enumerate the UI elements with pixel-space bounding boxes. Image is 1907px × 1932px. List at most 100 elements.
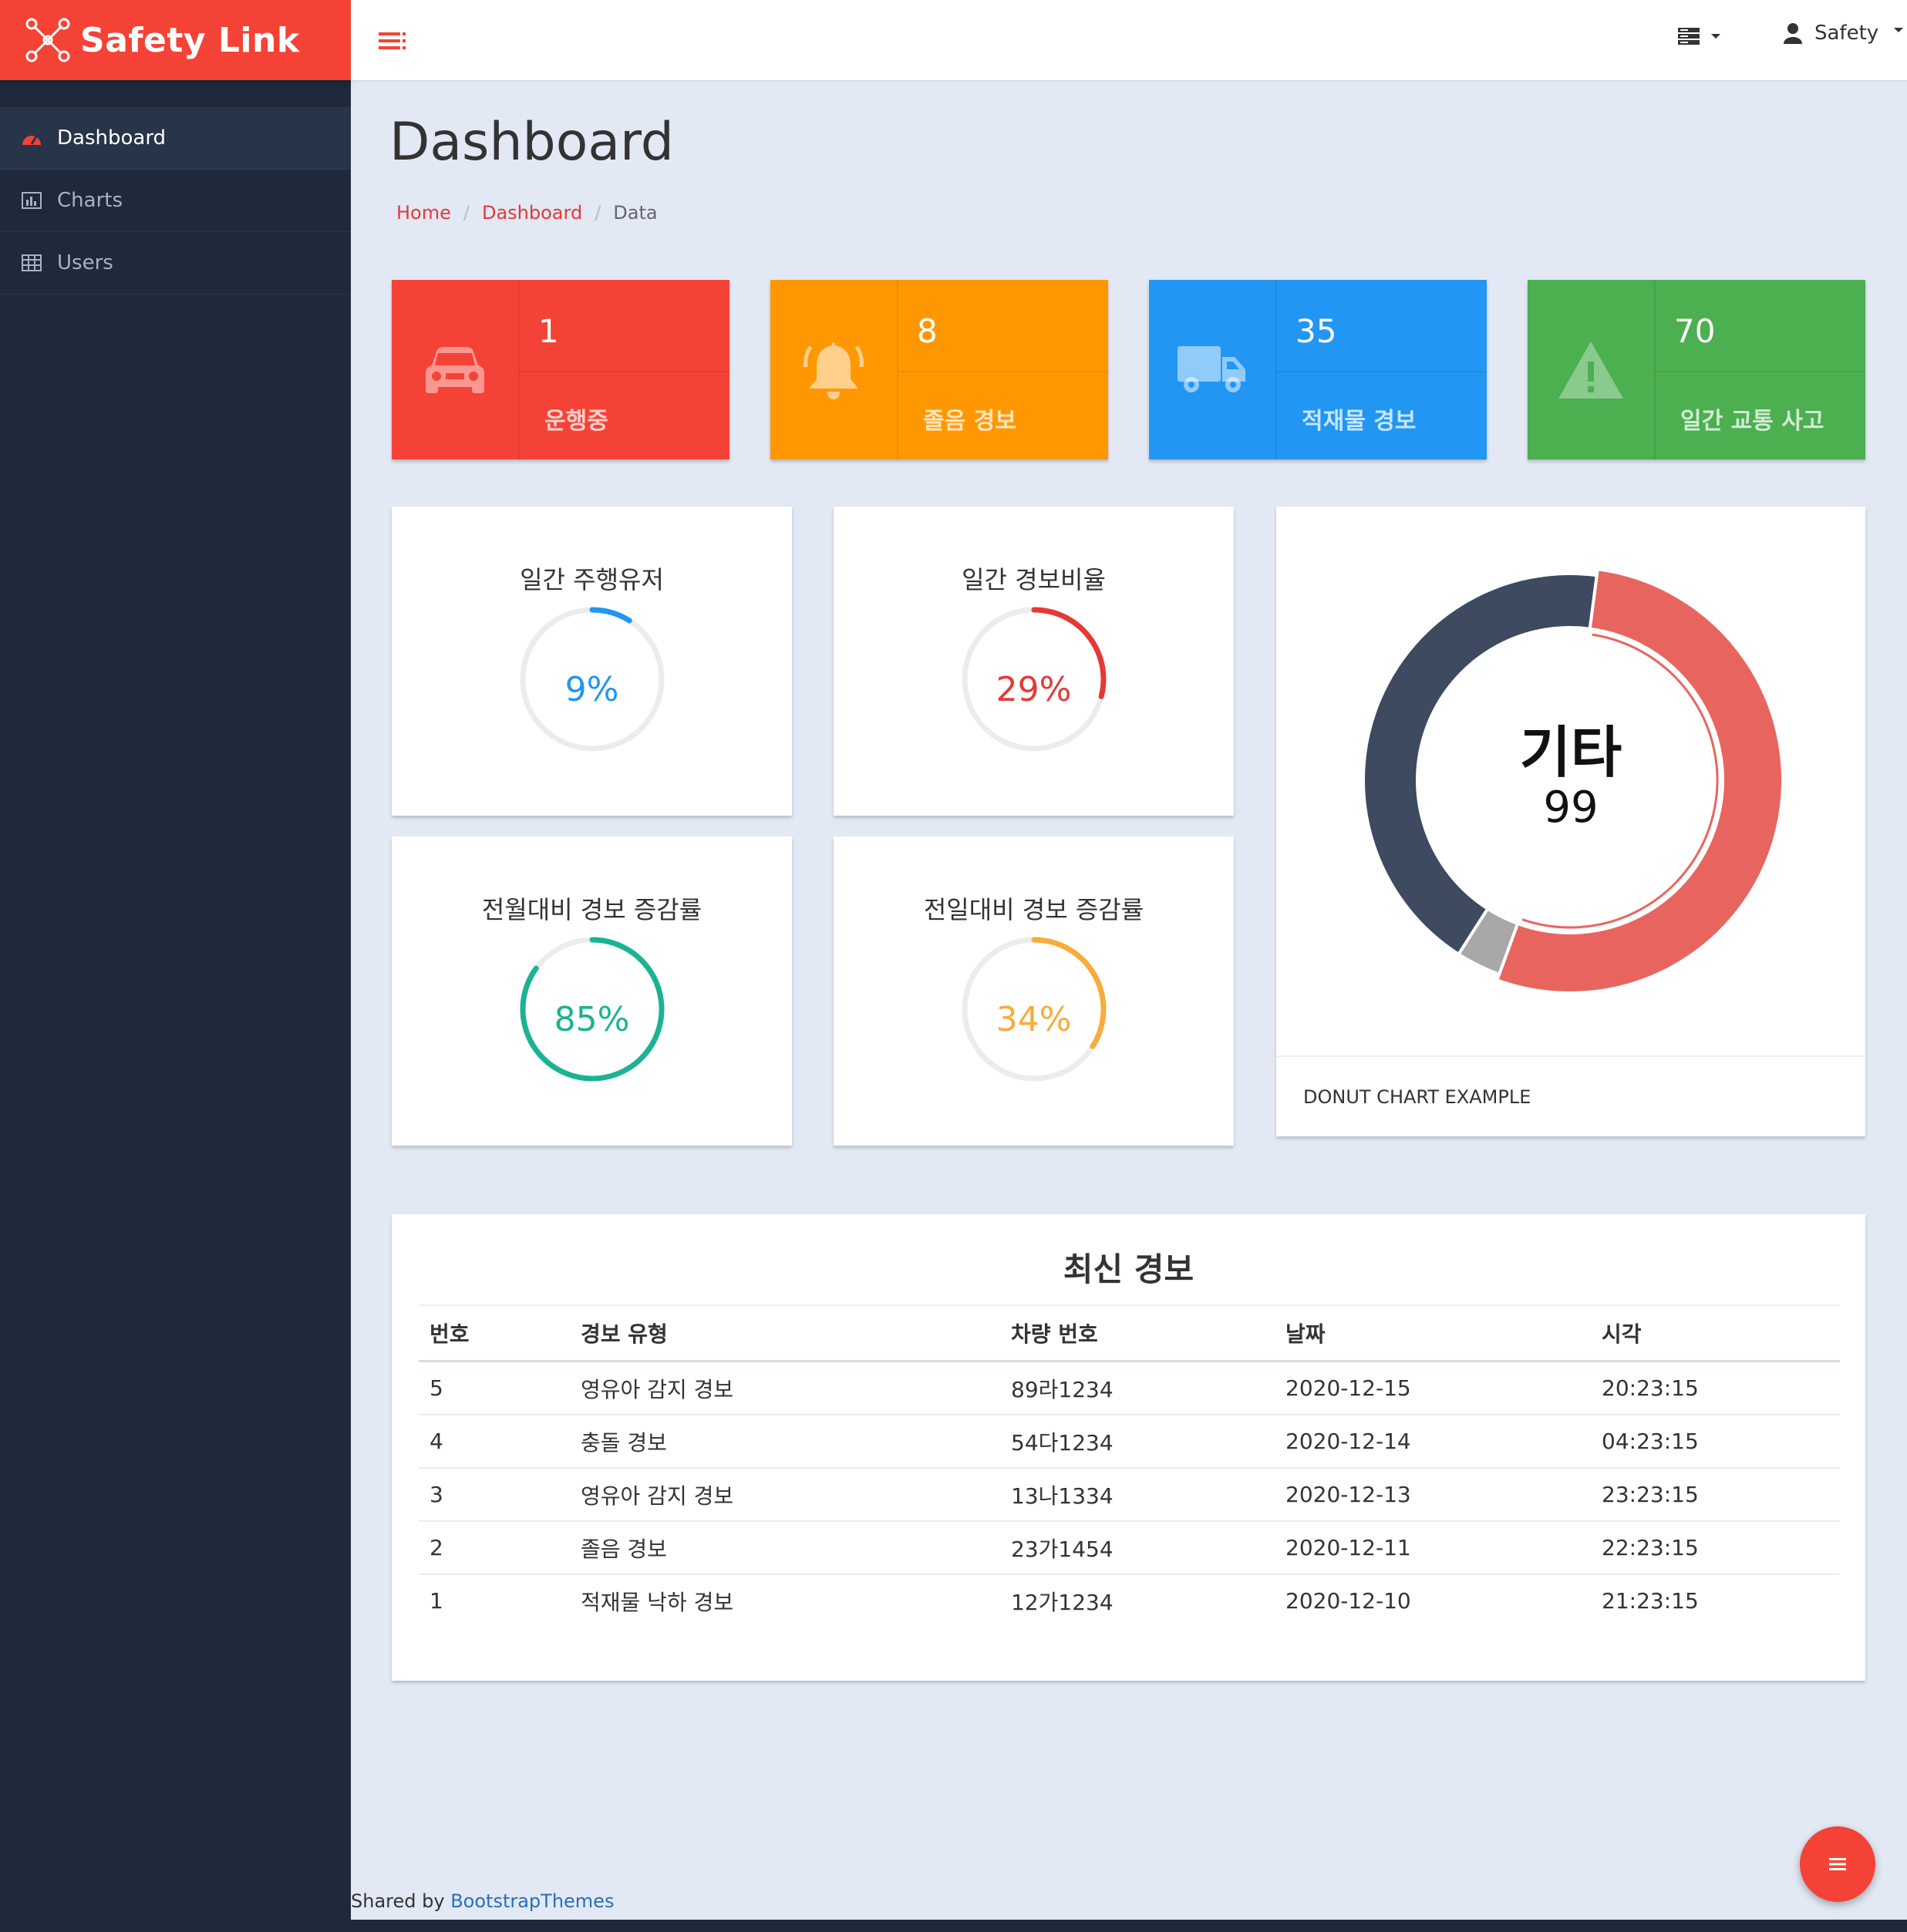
table-cell: 13나1334 — [1000, 1468, 1275, 1522]
breadcrumb-home[interactable]: Home — [396, 202, 451, 224]
menu-toggle-icon[interactable] — [379, 31, 406, 51]
gauge-progress-arc — [589, 607, 632, 624]
donut-chart-card: 기타 99 DONUT CHART EXAMPLE — [1276, 507, 1865, 1136]
gauge-title: 전일대비 경보 증감률 — [923, 895, 1144, 924]
table-cell: 2020-12-13 — [1275, 1468, 1591, 1522]
donut-center-value: 99 — [1543, 783, 1599, 833]
breadcrumb-separator: / — [463, 202, 470, 224]
latest-alerts-card: 최신 경보 번호 경보 유형 차량 번호 날짜 시각 5 영유아 감지 경보 89라… — [392, 1214, 1865, 1681]
gauge-card-daily-users: 일간 주행유저 9% — [392, 507, 792, 816]
table-title: 최신 경보 — [1063, 1250, 1194, 1288]
breadcrumb: Home / Dashboard / Data — [396, 202, 658, 224]
gauge-card-monthly-change: 전월대비 경보 증감률 85% — [392, 836, 792, 1146]
table-cell: 영유아 감지 경보 — [570, 1468, 1000, 1522]
table-cell: 2020-12-11 — [1275, 1521, 1591, 1575]
caret-down-icon — [1711, 34, 1720, 39]
stat-value: 70 — [1674, 312, 1716, 350]
stat-icon-area — [1528, 280, 1656, 459]
sidebar: Safety Link Dashboard Charts Users — [0, 0, 351, 1932]
table-header-row: 번호 경보 유형 차량 번호 날짜 시각 — [419, 1304, 1840, 1362]
stat-card-drowsy-alert[interactable]: 8 졸음 경보 — [770, 280, 1108, 459]
car-icon — [426, 346, 484, 393]
footer-prefix: Shared by — [351, 1890, 445, 1912]
column-header: 번호 — [419, 1304, 570, 1362]
sidebar-item-label: Users — [57, 251, 113, 274]
gauge-percent: 29% — [996, 670, 1072, 709]
stat-icon-area — [392, 280, 520, 459]
table-cell: 2020-12-14 — [1275, 1415, 1591, 1469]
stat-divider — [898, 371, 1108, 372]
table-cell: 89라1234 — [1000, 1361, 1275, 1415]
stat-card-traffic-accidents[interactable]: 70 일간 교통 사고 — [1528, 280, 1865, 459]
table-cell: 2 — [419, 1521, 570, 1575]
gauge-title: 일간 주행유저 — [520, 565, 664, 594]
user-dropdown[interactable]: Safety — [1784, 22, 1905, 45]
gauge-card-daily-alert-ratio: 일간 경보비율 29% — [834, 507, 1234, 816]
stat-divider — [1655, 371, 1865, 372]
gauge-percent: 9% — [564, 670, 619, 709]
table-row: 3 영유아 감지 경보 13나1334 2020-12-13 23:23:15 — [419, 1468, 1840, 1522]
warning-icon — [1558, 341, 1623, 399]
table-cell: 12가1234 — [1011, 1589, 1114, 1615]
stat-card-cargo-alert[interactable]: 35 적재물 경보 — [1149, 280, 1487, 459]
gauge-percent: 85% — [554, 1000, 630, 1039]
menu-icon — [1829, 1858, 1846, 1870]
table-row: 5 영유아 감지 경보 89라1234 2020-12-15 20:23:15 — [419, 1361, 1840, 1415]
server-dropdown[interactable] — [1677, 27, 1722, 45]
table-cell: 3 — [419, 1468, 570, 1522]
bottom-strip — [351, 1920, 1907, 1932]
breadcrumb-separator: / — [595, 202, 601, 224]
column-header: 경보 유형 — [570, 1304, 1000, 1362]
stat-label: 적재물 경보 — [1302, 408, 1417, 435]
column-header: 날짜 — [1275, 1304, 1591, 1362]
user-name: Safety — [1814, 22, 1879, 45]
floating-menu-button[interactable] — [1800, 1826, 1875, 1902]
footer-link[interactable]: BootstrapThemes — [450, 1890, 614, 1912]
dashboard-icon — [20, 126, 43, 150]
table-row: 4 충돌 경보 54다1234 2020-12-14 04:23:15 — [419, 1415, 1840, 1469]
sidebar-item-users[interactable]: Users — [0, 232, 351, 295]
table-cell: 2020-12-10 — [1285, 1588, 1411, 1614]
footer-credit: Shared by BootstrapThemes — [351, 1890, 614, 1912]
stat-label: 졸음 경보 — [923, 408, 1016, 435]
gauge-title: 일간 경보비율 — [962, 565, 1106, 594]
user-icon — [1784, 23, 1802, 44]
table-cell: 20:23:15 — [1591, 1361, 1840, 1415]
stat-label: 일간 교통 사고 — [1680, 408, 1824, 435]
donut-caption: DONUT CHART EXAMPLE — [1303, 1086, 1531, 1108]
stat-icon-area — [770, 280, 898, 459]
gauge-percent: 34% — [996, 1000, 1072, 1039]
stat-value: 1 — [538, 312, 559, 350]
sidebar-item-label: Charts — [57, 189, 123, 212]
table-cell: 21:23:15 — [1602, 1588, 1699, 1614]
stat-divider — [1276, 371, 1487, 372]
table-cell: 1 — [430, 1588, 443, 1614]
stat-divider — [519, 371, 729, 372]
column-header: 차량 번호 — [1000, 1304, 1275, 1362]
table-row: 1 적재물 낙하 경보 12가1234 2020-12-10 21:23:15 — [419, 1574, 1840, 1627]
table-cell: 충돌 경보 — [570, 1415, 1000, 1469]
table-cell: 2020-12-15 — [1275, 1361, 1591, 1415]
brand-bar[interactable]: Safety Link — [0, 0, 351, 80]
table-cell: 23가1454 — [1000, 1521, 1275, 1575]
stat-card-driving[interactable]: 1 운행중 — [392, 280, 729, 459]
sidebar-item-label: Dashboard — [57, 126, 167, 150]
table-cell: 54다1234 — [1000, 1415, 1275, 1469]
caret-down-icon — [1894, 28, 1904, 32]
brand-name: Safety Link — [80, 20, 300, 60]
table-cell: 4 — [419, 1415, 570, 1469]
stat-value: 35 — [1295, 312, 1337, 350]
gauge-card-daily-change: 전일대비 경보 증감률 34% — [834, 836, 1234, 1146]
table-icon — [20, 251, 43, 274]
gauge-title: 전월대비 경보 증감률 — [481, 895, 702, 924]
table-row: 2 졸음 경보 23가1454 2020-12-11 22:23:15 — [419, 1521, 1840, 1575]
truck-icon — [1178, 345, 1245, 392]
table-cell: 23:23:15 — [1591, 1468, 1840, 1522]
sidebar-item-charts[interactable]: Charts — [0, 170, 351, 232]
breadcrumb-dashboard[interactable]: Dashboard — [482, 202, 582, 224]
table-cell: 22:23:15 — [1591, 1521, 1840, 1575]
table-cell: 04:23:15 — [1591, 1415, 1840, 1469]
stat-value: 8 — [917, 312, 938, 350]
page-title: Dashboard — [389, 112, 674, 173]
sidebar-item-dashboard[interactable]: Dashboard — [0, 107, 351, 170]
